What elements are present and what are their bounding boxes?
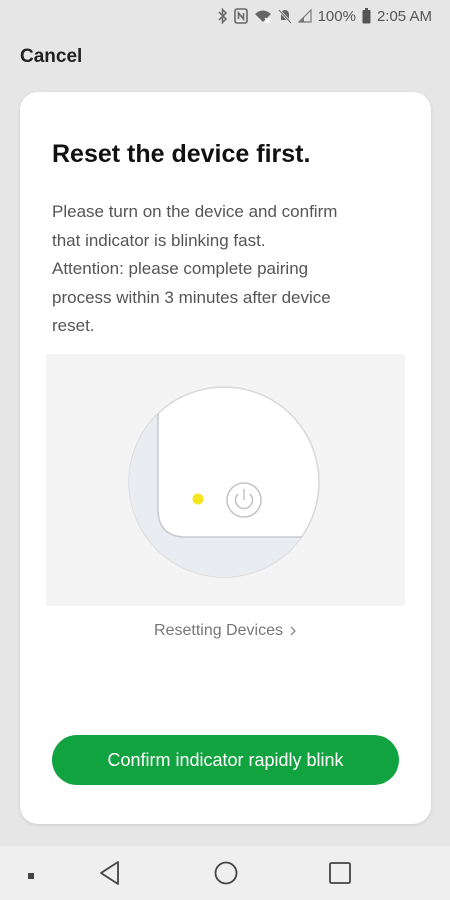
navigation-bar bbox=[0, 846, 450, 900]
instruction-line: that indicator is blinking fast. bbox=[52, 230, 266, 250]
instruction-text: Please turn on the device and confirm th… bbox=[52, 198, 402, 341]
nfc-icon bbox=[233, 8, 248, 24]
instruction-line: Attention: please complete pairing bbox=[52, 259, 309, 278]
page-title: Reset the device first. bbox=[52, 140, 311, 168]
mute-icon bbox=[277, 8, 292, 24]
home-icon[interactable] bbox=[213, 860, 239, 891]
confirm-blink-button[interactable]: Confirm indicator rapidly blink bbox=[52, 735, 399, 785]
instruction-line: reset. bbox=[52, 316, 95, 335]
instruction-line: process within 3 minutes after device bbox=[52, 287, 331, 307]
reset-card: Reset the device first. Please turn on t… bbox=[20, 92, 431, 824]
status-time: 2:05 AM bbox=[376, 7, 432, 25]
back-icon[interactable] bbox=[98, 860, 122, 891]
dot-icon[interactable] bbox=[26, 868, 36, 886]
wifi-icon bbox=[254, 9, 272, 23]
battery-percent: 100% bbox=[317, 7, 356, 25]
status-bar: 100% 2:05 AM bbox=[0, 0, 450, 32]
chevron-right-icon bbox=[289, 622, 297, 639]
cancel-button[interactable]: Cancel bbox=[20, 46, 82, 68]
instruction-line: Please turn on the device and confirm bbox=[52, 202, 338, 221]
device-illustration bbox=[46, 354, 405, 606]
bluetooth-icon bbox=[218, 8, 228, 24]
resetting-devices-link[interactable]: Resetting Devices bbox=[20, 622, 431, 640]
resetting-devices-label: Resetting Devices bbox=[154, 622, 283, 639]
indicator-led-icon bbox=[192, 493, 204, 505]
recents-icon[interactable] bbox=[328, 860, 352, 891]
signal-icon bbox=[297, 9, 312, 23]
battery-icon bbox=[362, 8, 371, 24]
